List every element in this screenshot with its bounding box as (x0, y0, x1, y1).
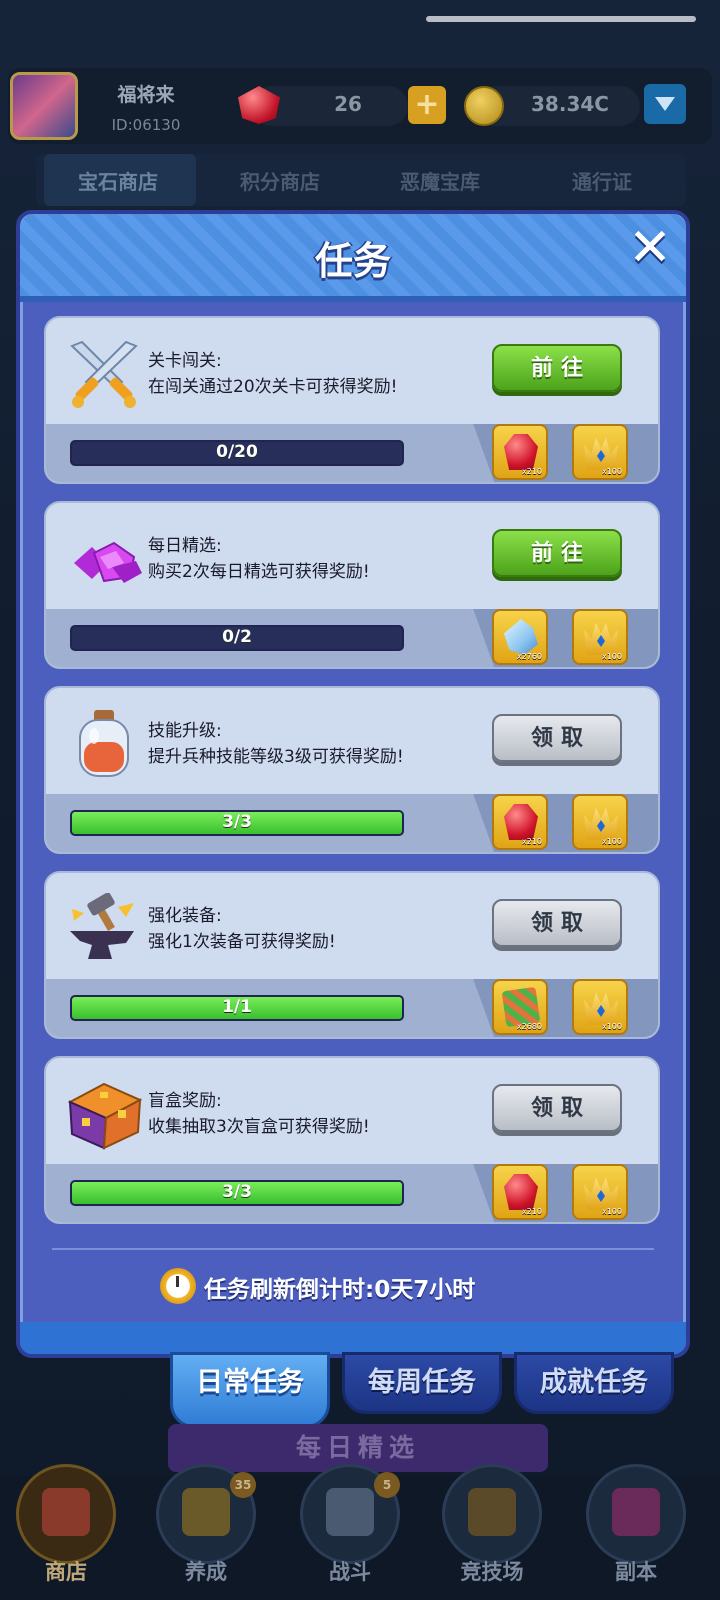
tab-points-shop[interactable]: 积分商店 (210, 166, 350, 195)
nav-develop[interactable]: 35 养成 (146, 1450, 266, 1590)
tab-weekly-tasks[interactable]: 每周任务 (342, 1352, 502, 1414)
gift-box-icon (42, 1488, 90, 1536)
tab-gem-shop[interactable]: 宝石商店 (48, 166, 188, 195)
task-title: 盲盒奖励: (148, 1091, 222, 1111)
nav-label: 竞技场 (460, 1560, 524, 1584)
progress-text: 1/1 (222, 997, 252, 1017)
ruby-icon (504, 804, 538, 840)
nav-dungeon[interactable]: 副本 (576, 1450, 696, 1590)
progress-text: 3/3 (222, 812, 252, 832)
ruby-icon (504, 434, 538, 470)
task-description: 购买2次每日精选可获得奖励! (148, 562, 370, 582)
dungeon-icon (612, 1488, 660, 1536)
modal-header-divider (20, 296, 686, 302)
nav-shop[interactable]: 商店 (6, 1450, 126, 1590)
reward-quantity: x210 (521, 1207, 542, 1216)
divider (52, 1248, 654, 1250)
task-title: 关卡闯关: (148, 351, 222, 371)
reward-quantity: x210 (521, 467, 542, 476)
notification-badge: 35 (230, 1472, 256, 1498)
reward-crown[interactable]: x100 (572, 979, 628, 1035)
reward-crown[interactable]: x100 (572, 1164, 628, 1220)
task-description: 提升兵种技能等级3级可获得奖励! (148, 747, 404, 767)
anvil-hammer-icon (70, 893, 134, 959)
player-id: ID:06130 (111, 116, 181, 134)
go-button[interactable]: 前往 (492, 344, 622, 392)
reward-ruby[interactable]: x210 (492, 794, 548, 850)
reward-ruby[interactable]: x210 (492, 1164, 548, 1220)
reward-quantity: x100 (601, 1022, 622, 1031)
tab-demon-vault[interactable]: 恶魔宝库 (370, 166, 510, 195)
nav-label: 副本 (615, 1560, 657, 1584)
claim-button[interactable]: 领取 (492, 714, 622, 762)
shield-swords-icon (468, 1488, 516, 1536)
chevron-down-icon[interactable] (644, 84, 686, 124)
reward-quantity: x210 (521, 837, 542, 846)
modal-title: 任务 (314, 239, 391, 283)
modal-bottom-strip (20, 1322, 686, 1354)
progress-text: 0/20 (216, 442, 258, 462)
mystery-box-icon (67, 1082, 143, 1150)
reward-crown[interactable]: x100 (572, 794, 628, 850)
crossed-swords-icon (70, 340, 138, 408)
notification-badge: 5 (374, 1472, 400, 1498)
go-button[interactable]: 前往 (492, 529, 622, 577)
nav-label: 商店 (45, 1560, 87, 1584)
nav-label: 战斗 (329, 1560, 371, 1584)
reward-quantity: x2760 (516, 652, 542, 661)
reward-quantity: x2680 (516, 1022, 542, 1031)
reward-quantity: x100 (601, 652, 622, 661)
tab-pass[interactable]: 通行证 (532, 166, 672, 195)
reward-quantity: x100 (601, 467, 622, 476)
reward-cloth[interactable]: x2680 (492, 979, 548, 1035)
coin-count: 38.34C (531, 92, 609, 116)
nav-label: 养成 (185, 1560, 227, 1584)
task-card: 技能升级: 提升兵种技能等级3级可获得奖励! 领取 3/3 x210 x100 (44, 686, 660, 854)
task-title: 每日精选: (148, 536, 222, 556)
task-title: 强化装备: (148, 906, 222, 926)
refresh-countdown: 任务刷新倒计时:0天7小时 (204, 1277, 476, 1303)
gem-count: 26 (334, 92, 362, 116)
task-description: 强化1次装备可获得奖励! (148, 932, 336, 952)
coin-icon (464, 86, 504, 126)
tab-daily-tasks[interactable]: 日常任务 (170, 1352, 330, 1428)
reward-quantity: x100 (601, 1207, 622, 1216)
progress-text: 0/2 (222, 627, 252, 647)
task-card: 每日精选: 购买2次每日精选可获得奖励! 前往 0/2 x2760 x100 (44, 501, 660, 669)
crystal-icon (504, 619, 538, 655)
potion-bottle-icon (79, 710, 129, 777)
add-gems-button[interactable]: + (408, 86, 446, 124)
reward-quantity: x100 (601, 837, 622, 846)
reward-crown[interactable]: x100 (572, 424, 628, 480)
task-description: 收集抽取3次盲盒可获得奖励! (148, 1117, 370, 1137)
home-indicator (426, 16, 696, 22)
claim-button[interactable]: 领取 (492, 1084, 622, 1132)
reward-ruby[interactable]: x210 (492, 424, 548, 480)
player-name: 福将来 (117, 84, 175, 106)
task-card: 强化装备: 强化1次装备可获得奖励! 领取 1/1 x2680 x100 (44, 871, 660, 1039)
close-icon[interactable]: ✕ (626, 222, 674, 274)
purple-gems-icon (74, 541, 142, 583)
alarm-clock-icon (160, 1268, 196, 1304)
nav-arena[interactable]: 竞技场 (432, 1450, 552, 1590)
claim-button[interactable]: 领取 (492, 899, 622, 947)
reward-crown[interactable]: x100 (572, 609, 628, 665)
progress-text: 3/3 (222, 1182, 252, 1202)
card-icon (182, 1488, 230, 1536)
task-description: 在闯关通过20次关卡可获得奖励! (148, 377, 398, 397)
task-card: 盲盒奖励: 收集抽取3次盲盒可获得奖励! 领取 3/3 x210 x100 (44, 1056, 660, 1224)
reward-crystal[interactable]: x2760 (492, 609, 548, 665)
crossed-swords-icon (326, 1488, 374, 1536)
task-title: 技能升级: (148, 721, 222, 741)
ruby-icon (504, 1174, 538, 1210)
tab-achievement-tasks[interactable]: 成就任务 (514, 1352, 674, 1414)
task-card: 关卡闯关: 在闯关通过20次关卡可获得奖励! 前往 0/20 x210 x100 (44, 316, 660, 484)
nav-battle[interactable]: 5 战斗 (290, 1450, 410, 1590)
avatar[interactable] (10, 72, 78, 140)
